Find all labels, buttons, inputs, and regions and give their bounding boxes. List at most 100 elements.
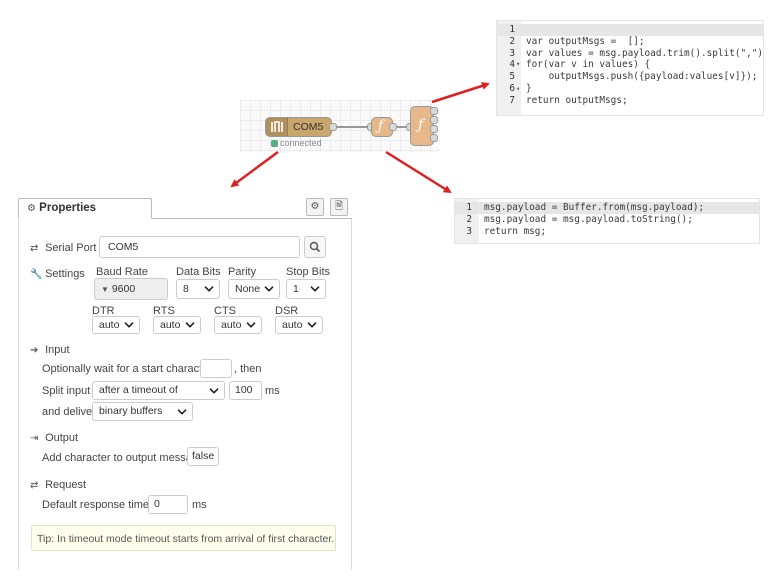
- function2-output-port-2[interactable]: [430, 116, 438, 124]
- sign-in-icon: ➔: [30, 345, 39, 356]
- shuffle-icon: ⇄: [30, 243, 39, 254]
- serial-in-node[interactable]: COM5: [265, 117, 332, 137]
- status-text: connected: [280, 138, 322, 148]
- split-timeout-input[interactable]: 100: [229, 381, 262, 400]
- chevron-down-icon: [204, 286, 214, 292]
- baud-rate-label: Baud Rate: [96, 266, 148, 278]
- response-timeout-unit: ms: [192, 499, 207, 511]
- deliver-label: and deliver: [42, 406, 96, 418]
- flow-canvas[interactable]: COM5 connected ƒ ƒ: [240, 100, 440, 152]
- serial-output-port[interactable]: [329, 123, 337, 131]
- chevron-down-icon: [307, 322, 317, 328]
- function-code-editor-bottom[interactable]: 1 msg.payload = Buffer.from(msg.payload);…: [454, 198, 760, 244]
- search-icon: [309, 241, 321, 253]
- data-bits-select[interactable]: 8: [176, 279, 220, 299]
- code-line[interactable]: 2 msg.payload = msg.payload.toString();: [455, 213, 759, 226]
- chevron-down-icon: [209, 387, 219, 394]
- code-text: outputMsgs.push({payload:values[v]});: [526, 71, 758, 83]
- node-settings-button[interactable]: ⚙: [306, 198, 324, 216]
- code-line[interactable]: 2 var outputMsgs = [];: [497, 35, 763, 48]
- function-icon: ƒ: [418, 117, 424, 133]
- code-line[interactable]: 6 ▴}: [497, 82, 763, 95]
- line-number: 3: [509, 47, 515, 59]
- split-timeout-unit: ms: [265, 385, 280, 397]
- arrow-to-top-code: [431, 82, 490, 104]
- line-number: 2: [466, 213, 472, 225]
- split-input-select[interactable]: after a timeout of: [92, 381, 225, 400]
- node-description-button[interactable]: 🗎: [330, 198, 348, 216]
- stop-bits-label: Stop Bits: [286, 266, 331, 278]
- search-port-button[interactable]: [304, 236, 326, 258]
- status-indicator: [271, 140, 278, 147]
- code-line[interactable]: 4 ▾ for(var v in values) {: [497, 59, 763, 71]
- serial-port-input[interactable]: COM5: [99, 236, 300, 258]
- line-number: 3: [466, 225, 472, 237]
- caret-down-icon: ▼: [101, 285, 109, 294]
- code-text: return msg;: [484, 225, 547, 237]
- input-section-header: ➔ Input: [30, 344, 70, 356]
- wrench-icon: 🔧: [30, 269, 43, 280]
- line-number: 1: [509, 24, 515, 35]
- data-bits-label: Data Bits: [176, 266, 221, 278]
- settings-label: 🔧 Settings: [30, 268, 85, 280]
- then-text: , then: [234, 363, 262, 375]
- code-text: for(var v in values) {: [526, 59, 651, 71]
- fold-marker[interactable]: ▾: [516, 59, 520, 71]
- code-line[interactable]: 3 var values = msg.payload.trim().split("…: [497, 47, 764, 60]
- output-section-header: ⇥ Output: [30, 432, 79, 444]
- request-section-header: ⇄ Request: [30, 479, 87, 491]
- tip-box: Tip: In timeout mode timeout starts from…: [31, 525, 336, 551]
- stop-bits-select[interactable]: 1: [286, 279, 326, 299]
- parity-label: Parity: [228, 266, 257, 278]
- rts-select[interactable]: auto: [153, 316, 201, 334]
- line-number: 5: [509, 71, 515, 83]
- response-timeout-label: Default response timeout: [42, 499, 165, 511]
- code-text: msg.payload = Buffer.from(msg.payload);: [484, 202, 705, 213]
- line-number: 2: [509, 35, 515, 47]
- response-timeout-input[interactable]: 0: [148, 495, 188, 514]
- deliver-select[interactable]: binary buffers: [92, 402, 193, 421]
- dtr-select[interactable]: auto: [92, 316, 140, 334]
- dsr-select[interactable]: auto: [275, 316, 323, 334]
- wire-serial-to-function: [332, 126, 370, 128]
- line-number: 7: [509, 94, 515, 106]
- serial-port-value: COM5: [108, 241, 139, 253]
- function-icon: ƒ: [378, 118, 384, 134]
- function2-output-port-3[interactable]: [430, 125, 438, 133]
- serial-port-label: ⇄ Serial Port: [30, 242, 97, 254]
- line-number: 4: [509, 59, 515, 71]
- code-line[interactable]: 3 return msg;: [455, 225, 759, 238]
- function2-output-port-1[interactable]: [430, 107, 438, 115]
- chevron-down-icon: [310, 286, 320, 292]
- gear-icon: ⚙: [310, 201, 320, 212]
- code-line[interactable]: 1 msg.payload = Buffer.from(msg.payload);: [455, 202, 759, 214]
- add-char-input[interactable]: false: [187, 447, 219, 466]
- function1-output-port[interactable]: [389, 123, 397, 131]
- properties-panel: ⚙ Properties ⚙ 🗎 ⇄ Serial Port COM5 🔧 Se…: [18, 198, 352, 570]
- line-number: 6: [509, 82, 515, 94]
- chevron-down-icon: [246, 322, 256, 328]
- code-text: return outputMsgs;: [526, 94, 628, 106]
- code-line[interactable]: 7 return outputMsgs;: [497, 94, 763, 107]
- tab-label: Properties: [39, 202, 97, 214]
- cts-select[interactable]: auto: [214, 316, 262, 334]
- chevron-down-icon: [124, 322, 134, 328]
- code-text: }: [526, 82, 532, 94]
- document-icon: 🗎: [334, 201, 344, 212]
- line-number: 1: [466, 202, 472, 213]
- code-text: var values = msg.payload.trim().split(",…: [526, 47, 764, 59]
- code-text: var outputMsgs = [];: [526, 35, 645, 47]
- parity-select[interactable]: None: [228, 279, 280, 299]
- tab-properties[interactable]: ⚙ Properties: [18, 198, 152, 219]
- fold-marker[interactable]: ▴: [516, 83, 520, 95]
- exchange-icon: ⇄: [30, 480, 39, 491]
- arrow-to-properties: [230, 150, 279, 188]
- chevron-down-icon: [264, 286, 274, 292]
- code-line[interactable]: 5 outputMsgs.push({payload:values[v]});: [497, 71, 763, 83]
- start-char-input[interactable]: [200, 359, 232, 378]
- baud-rate-select[interactable]: ▼ 9600: [94, 278, 168, 300]
- function2-output-port-4[interactable]: [430, 134, 438, 142]
- function-code-editor-top[interactable]: 1 2 var outputMsgs = []; 3 var values = msg.…: [496, 20, 764, 116]
- chevron-down-icon: [177, 408, 187, 415]
- code-line[interactable]: 1: [497, 24, 763, 36]
